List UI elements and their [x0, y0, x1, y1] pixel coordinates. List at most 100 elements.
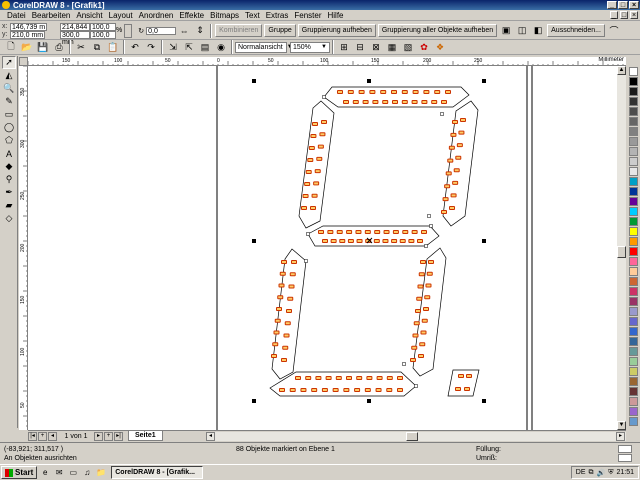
palette-swatch[interactable] — [629, 227, 638, 236]
palette-swatch[interactable] — [629, 197, 638, 206]
palette-swatch[interactable] — [629, 97, 638, 106]
palette-swatch[interactable] — [629, 397, 638, 406]
vertical-scroll-thumb[interactable] — [617, 246, 626, 258]
node-marker[interactable] — [440, 112, 444, 116]
palette-swatch[interactable] — [629, 247, 638, 256]
taskbar-item-coreldraw[interactable]: CorelDRAW 8 - [Grafik... — [111, 466, 204, 479]
export-icon[interactable]: ⇱ — [182, 40, 196, 54]
resize-handle[interactable] — [367, 399, 371, 403]
group-button[interactable]: Gruppe — [264, 24, 296, 37]
menu-effekte[interactable]: Effekte — [176, 11, 207, 20]
ungroup-button[interactable]: Gruppierung aufheben — [297, 24, 376, 37]
whats-this-icon[interactable]: ❖ — [433, 40, 447, 54]
palette-swatch[interactable] — [629, 257, 638, 266]
trim-icon[interactable]: ◧ — [531, 24, 545, 38]
menu-layout[interactable]: Layout — [106, 11, 136, 20]
resize-handle[interactable] — [252, 79, 256, 83]
vertical-scrollbar[interactable]: ▲ ▼ — [617, 66, 626, 430]
palette-swatch[interactable] — [629, 407, 638, 416]
scroll-down-icon[interactable]: ▼ — [617, 421, 626, 430]
horizontal-scroll-thumb[interactable] — [406, 431, 418, 441]
resize-handle[interactable] — [252, 399, 256, 403]
menu-hilfe[interactable]: Hilfe — [325, 11, 347, 20]
freehand-tool-icon[interactable]: ✎ — [2, 95, 16, 108]
outline-tool-icon[interactable]: ✒ — [2, 186, 16, 199]
network-icon[interactable]: ⧉ — [589, 469, 594, 477]
combine-button[interactable]: Kombinieren — [215, 24, 263, 37]
cut-icon[interactable]: ✂ — [74, 40, 88, 54]
menu-anordnen[interactable]: Anordnen — [136, 11, 177, 20]
node-marker[interactable] — [304, 259, 308, 263]
explorer-icon[interactable]: 📁 — [95, 467, 107, 479]
y-position-input[interactable]: 210,0 mm — [10, 30, 46, 39]
horizontal-scrollbar[interactable]: ◂ ▸ — [206, 431, 626, 441]
page-tab-seite1[interactable]: Seite1 — [128, 431, 163, 441]
close-button[interactable]: × — [629, 1, 639, 9]
show-desktop-icon[interactable]: ▭ — [67, 467, 79, 479]
palette-swatch[interactable] — [629, 317, 638, 326]
scroll-up-icon[interactable]: ▲ — [617, 66, 626, 75]
prev-page-icon[interactable]: ◂ — [48, 431, 57, 441]
input-language[interactable]: DE — [576, 469, 586, 476]
palette-swatch[interactable] — [629, 347, 638, 356]
print-icon[interactable]: ⎙ — [52, 40, 66, 54]
palette-swatch[interactable] — [629, 207, 638, 216]
vertical-ruler[interactable]: 350 300 250 200 150 100 50 — [19, 66, 28, 430]
scroll-left-icon[interactable]: ◂ — [206, 431, 215, 441]
application-launcher-icon[interactable]: ▤ — [198, 40, 212, 54]
palette-swatch[interactable] — [629, 307, 638, 316]
palette-swatch[interactable] — [629, 337, 638, 346]
node-marker[interactable] — [402, 362, 406, 366]
copy-icon[interactable]: ⧉ — [90, 40, 104, 54]
maximize-button[interactable]: □ — [618, 1, 628, 9]
polygon-tool-icon[interactable]: ⬠ — [2, 134, 16, 147]
scroll-right-icon[interactable]: ▸ — [616, 431, 625, 441]
menu-fenster[interactable]: Fenster — [291, 11, 324, 20]
save-icon[interactable]: 💾 — [36, 40, 50, 54]
resize-handle[interactable] — [482, 239, 486, 243]
doc-minimize-button[interactable]: _ — [610, 11, 618, 19]
segment-dp[interactable] — [447, 369, 480, 397]
menu-datei[interactable]: Datei — [4, 11, 29, 20]
outline-swatch[interactable] — [618, 454, 632, 462]
volume-icon[interactable]: 🔊 — [597, 469, 606, 477]
scale-y-input[interactable]: 100,0 — [90, 30, 116, 39]
snap-to-guidelines-icon[interactable]: ⊟ — [353, 40, 367, 54]
coreldraw-app-icon[interactable] — [2, 1, 10, 9]
rotation-input[interactable]: 0,0 — [146, 26, 177, 35]
x-position-input[interactable]: 146,739 m — [10, 22, 48, 31]
to-curves-icon[interactable]: ⌒ — [607, 24, 621, 38]
zoom-select[interactable]: 150% ▼ — [290, 41, 330, 53]
palette-swatch[interactable] — [629, 147, 638, 156]
resize-handle[interactable] — [367, 79, 371, 83]
palette-swatch[interactable] — [629, 357, 638, 366]
drawing-canvas[interactable] — [28, 66, 626, 430]
redo-icon[interactable]: ↷ — [144, 40, 158, 54]
weld-icon[interactable]: ▣ — [499, 24, 513, 38]
pick-tool-icon[interactable]: ➚ — [2, 56, 16, 69]
palette-swatch[interactable] — [629, 217, 638, 226]
menu-ansicht[interactable]: Ansicht — [73, 11, 105, 20]
palette-swatch[interactable] — [629, 177, 638, 186]
mirror-horizontal-icon[interactable]: ⇔ — [177, 24, 191, 38]
menu-bitmaps[interactable]: Bitmaps — [207, 11, 242, 20]
palette-swatch[interactable] — [629, 287, 638, 296]
palette-swatch[interactable] — [629, 297, 638, 306]
media-icon[interactable]: ♫ — [81, 467, 93, 479]
node-marker[interactable] — [429, 224, 433, 228]
palette-swatch[interactable] — [629, 237, 638, 246]
view-mode-select[interactable]: Normalansicht▼ — [235, 41, 293, 53]
node-marker[interactable] — [414, 384, 418, 388]
resize-handle[interactable] — [482, 79, 486, 83]
menu-extras[interactable]: Extras — [263, 11, 292, 20]
menu-bearbeiten[interactable]: Bearbeiten — [29, 11, 74, 20]
scale-x-input[interactable]: 100,0 — [90, 22, 116, 31]
snap-to-objects-icon[interactable]: ⊠ — [369, 40, 383, 54]
snap-to-grid-icon[interactable]: ⊞ — [337, 40, 351, 54]
palette-swatch[interactable] — [629, 417, 638, 426]
ie-icon[interactable]: e — [39, 467, 51, 479]
width-input[interactable]: 214,844 m — [60, 22, 90, 38]
text-tool-icon[interactable]: A — [2, 147, 16, 160]
height-input[interactable]: 300,0 mm — [60, 30, 90, 46]
import-icon[interactable]: ⇲ — [166, 40, 180, 54]
